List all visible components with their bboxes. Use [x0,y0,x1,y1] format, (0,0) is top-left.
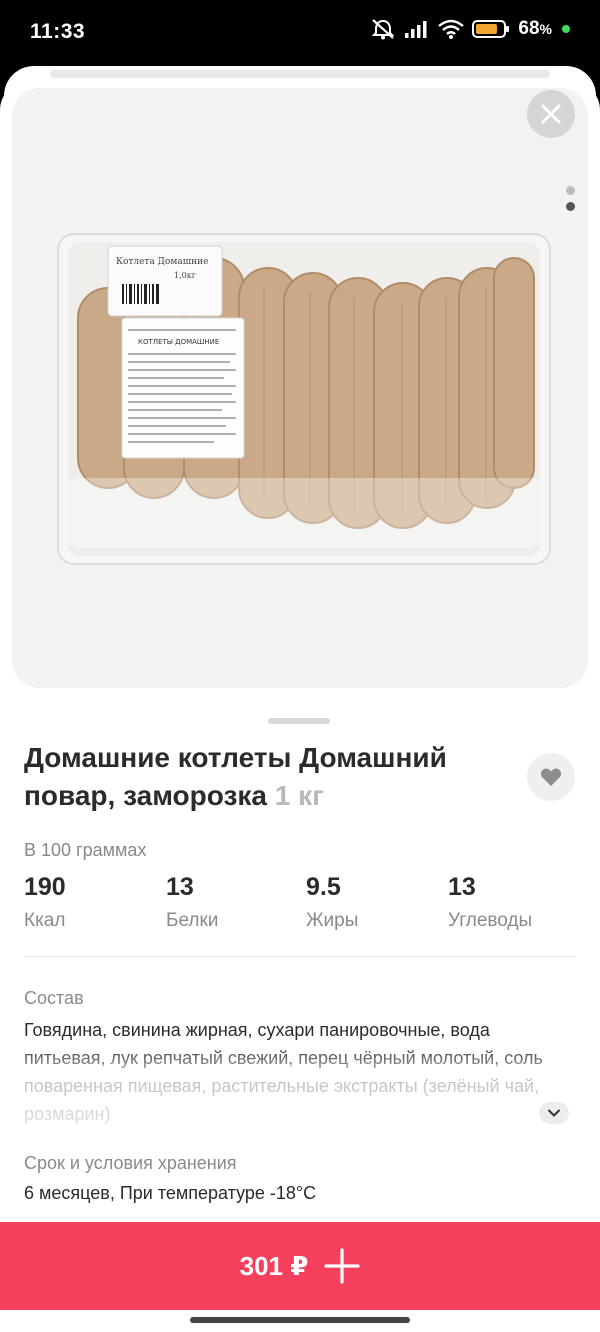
product-image: Котлета Домашние 1,0кг КОТЛЕТЫ ДОМАШНИЕ [57,233,551,565]
nutrition-fat: 9.5 Жиры [306,873,358,932]
home-indicator[interactable] [190,1317,410,1323]
pagination-dot-active[interactable] [566,202,575,211]
nutrition-carbs: 13 Углеводы [448,873,532,932]
heart-icon [540,768,562,786]
composition-fade [0,1044,600,1126]
nutrition-label: Белки [166,910,219,931]
drag-handle[interactable] [268,718,330,724]
nutrition-label: Ккал [24,910,66,931]
battery-percent: 68% [518,18,552,39]
pagination-dot[interactable] [566,186,575,195]
nutrition-value: 13 [166,873,194,901]
price-label: 301 ₽ [239,1250,309,1281]
product-weight: 1 кг [274,780,324,811]
storage-label: Срок и условия хранения [24,1153,237,1173]
image-pagination [566,186,575,211]
nutrition-protein: 13 Белки [166,873,218,932]
nutrition-kcal: 190 Ккал [24,873,66,932]
nutrition-label: Жиры [306,910,359,931]
composition-label: Состав [24,988,84,1008]
package-label-info: КОТЛЕТЫ ДОМАШНИЕ [121,317,245,459]
svg-text:1,0кг: 1,0кг [174,271,196,280]
nutrition-value: 190 [24,873,66,901]
plus-icon [324,1248,360,1284]
nutrition-heading: В 100 граммах [24,840,147,860]
divider [24,956,576,957]
battery-icon [472,20,510,38]
product-title: Домашние котлеты Домашний повар, замороз… [24,742,447,811]
favorite-button[interactable] [527,753,575,801]
storage-text: 6 месяцев, При температуре -18°C [24,1183,317,1203]
signal-icon [405,21,427,38]
wifi-icon [438,19,465,39]
expand-composition-button[interactable] [539,1102,569,1124]
svg-text:Котлета Домашние: Котлета Домашние [116,257,208,267]
privacy-dot [562,25,570,33]
status-icons: 68% [370,18,570,40]
close-button[interactable] [527,90,575,138]
close-icon [541,104,561,124]
svg-text:КОТЛЕТЫ ДОМАШНИЕ: КОТЛЕТЫ ДОМАШНИЕ [138,338,219,346]
package-label-top: Котлета Домашние 1,0кг [107,245,223,317]
nutrition-value: 13 [448,873,476,901]
mute-icon [371,19,395,40]
chevron-down-icon [548,1109,560,1117]
nutrition-label: Углеводы [448,910,533,931]
product-image-carousel[interactable]: Котлета Домашние 1,0кг КОТЛЕТЫ ДОМАШНИЕ [12,88,588,688]
status-time: 11:33 [30,20,86,43]
nutrition-value: 9.5 [306,873,341,901]
status-bar: 11:33 68% [0,0,600,66]
stacked-sheet-edge [50,70,550,78]
add-to-cart-button[interactable]: 301 ₽ [0,1222,600,1310]
